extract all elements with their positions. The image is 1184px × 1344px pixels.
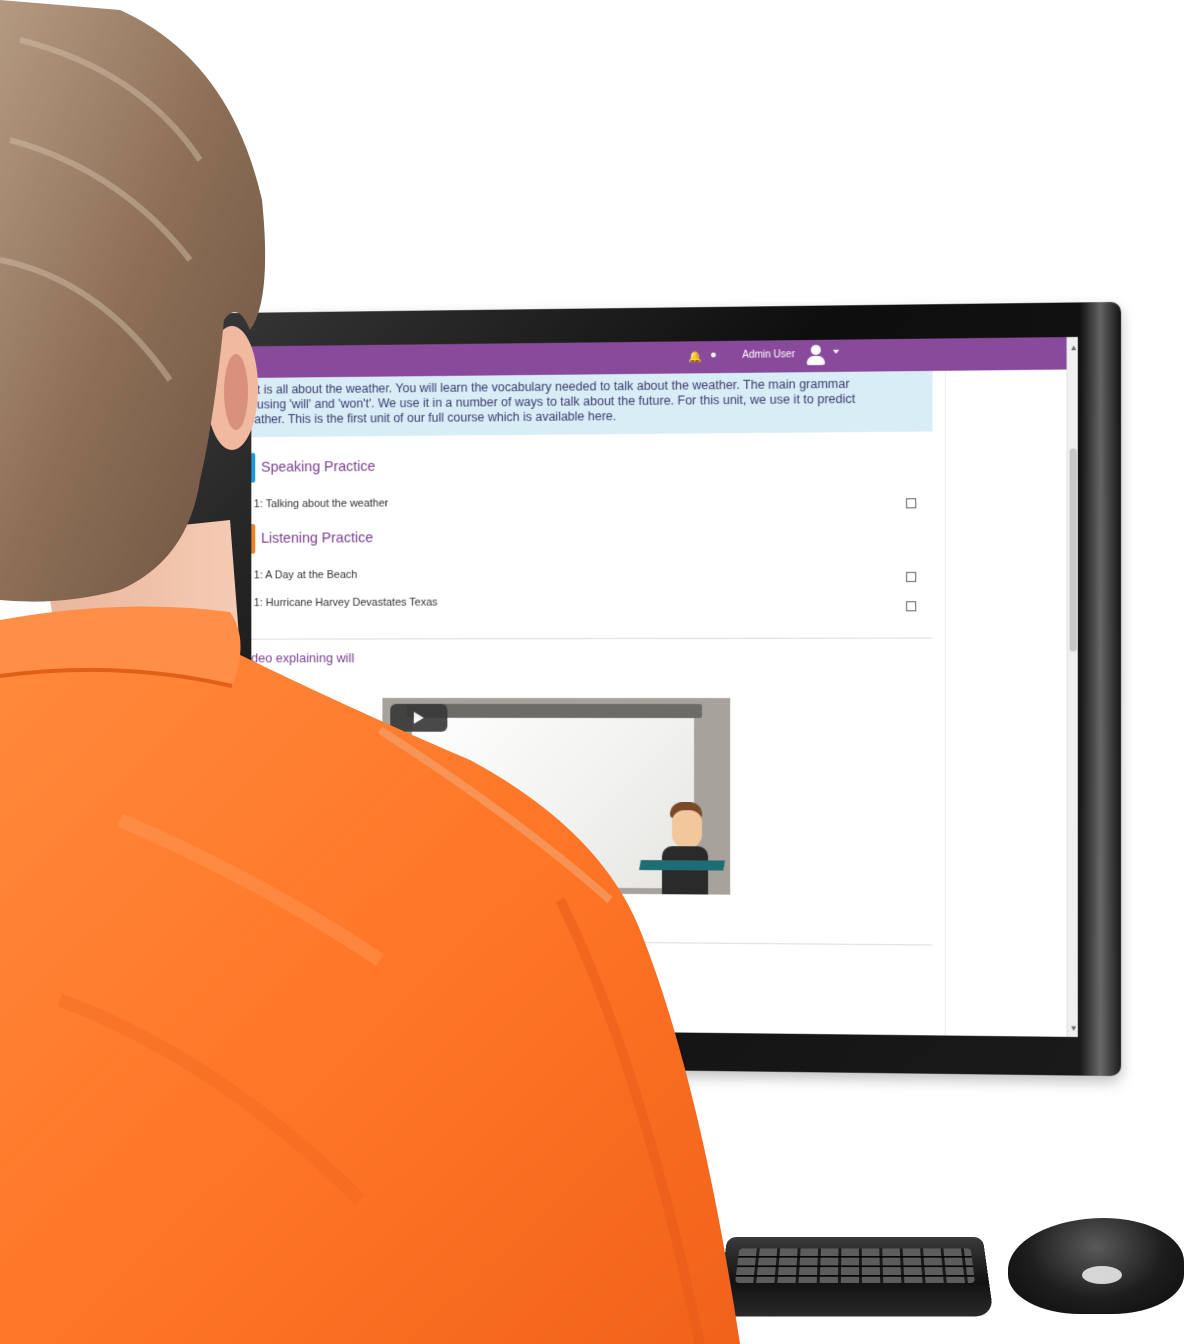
page-scrollbar[interactable]: ▲ ▼ [1066,336,1078,1038]
completion-checkbox[interactable] [906,571,917,583]
person-in-orange-shirt [0,0,740,1344]
mouse-highlight [1082,1266,1122,1284]
monitor-bezel-shine [1079,301,1122,1077]
completion-checkbox[interactable] [906,601,917,612]
scroll-down-icon[interactable]: ▼ [1070,1024,1078,1033]
user-avatar-icon[interactable] [805,344,827,366]
computer-mouse [1008,1218,1184,1314]
completion-checkbox[interactable] [906,498,917,509]
scrollbar-thumb[interactable] [1069,448,1077,652]
chevron-down-icon[interactable] [833,349,840,354]
right-column-divider [944,370,946,1038]
scroll-up-icon[interactable]: ▲ [1070,343,1078,352]
keyboard-keys [734,1248,976,1284]
